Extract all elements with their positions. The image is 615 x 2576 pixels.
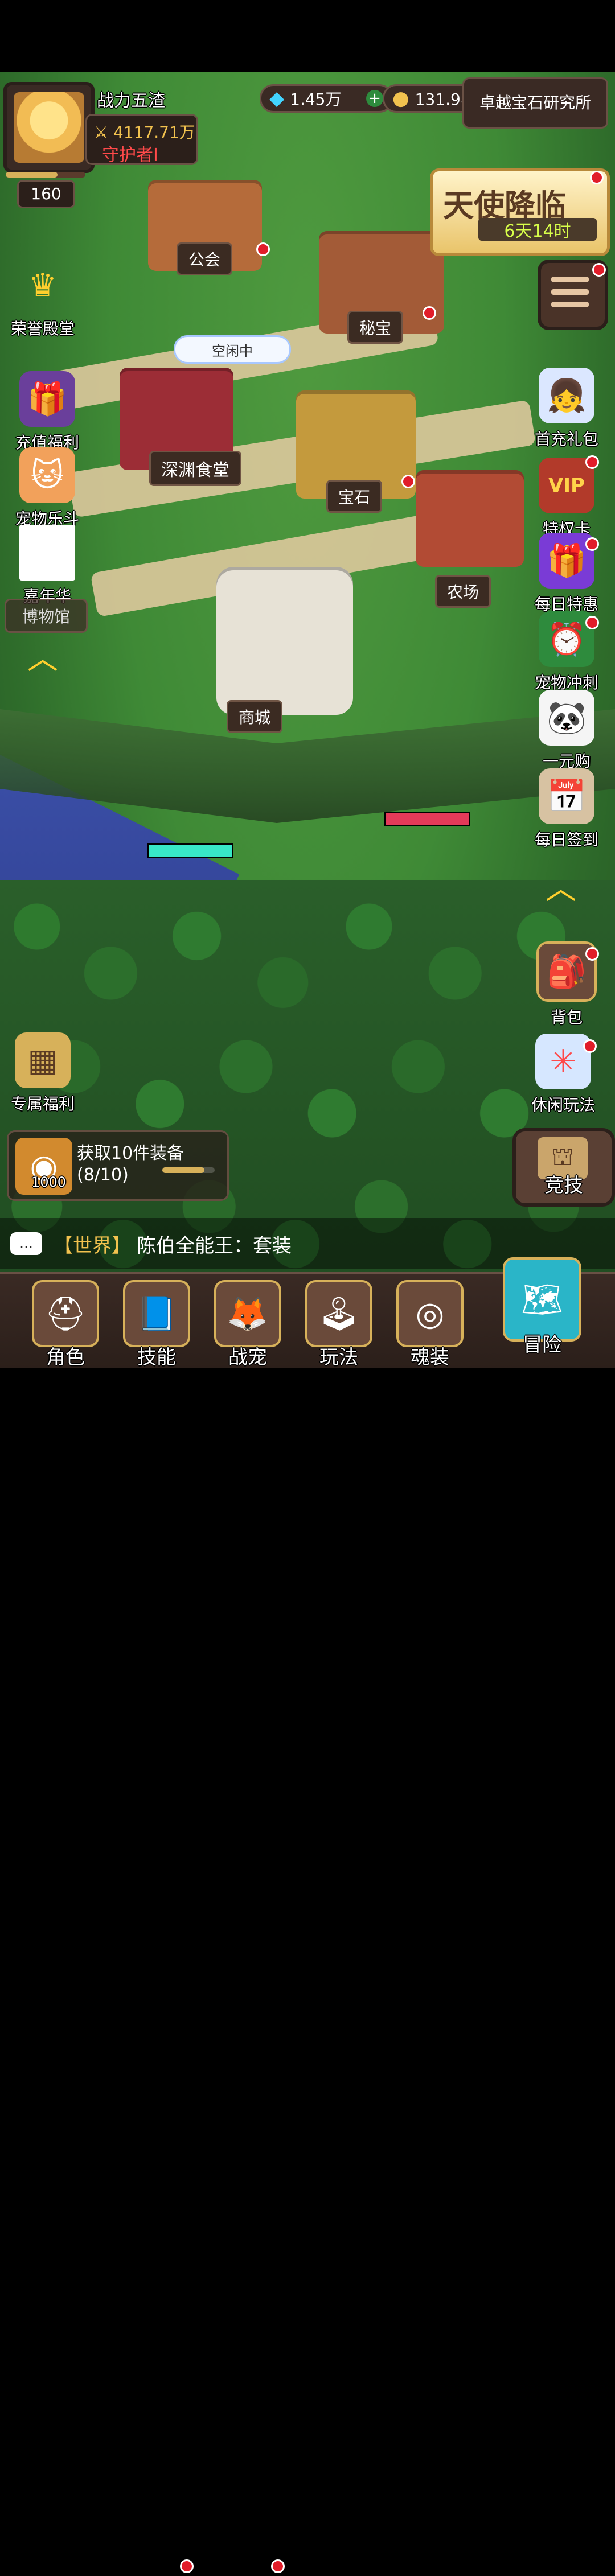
xp-fill (6, 172, 58, 178)
museum-button[interactable]: 博物馆 (5, 599, 88, 633)
exclusive-welfare-label: 专属福利 (10, 1094, 75, 1113)
spellbook-icon: 📘 (123, 1280, 190, 1347)
nav-gameplay[interactable]: 🕹 玩法 (296, 1274, 382, 1369)
daily-signin-label: 每日签到 (534, 830, 598, 849)
fox-icon: 🦊 (214, 1280, 281, 1347)
mall-statue[interactable] (216, 567, 353, 715)
menu-line (551, 289, 589, 295)
gem-amount: 1.45万 (290, 90, 342, 109)
player-stats-panel: ⚔ 4117.71万 守护者I (85, 114, 198, 165)
sword-icon: ⚔ (94, 123, 109, 142)
qr-code-icon: ▦ (15, 1032, 71, 1088)
crown-icon: ♛ (28, 266, 58, 304)
player-name: 战力五渣 (97, 91, 165, 111)
alert-dot (268, 2557, 288, 2576)
pinwheel-icon: ✳ (535, 1034, 591, 1089)
quest-title: 获取10件装备 (77, 1143, 184, 1163)
quest-reward-amount: 1000 (31, 1174, 67, 1190)
chat-channel: 【世界】 (54, 1234, 131, 1257)
unit-health-bar (147, 843, 233, 858)
nav-skills[interactable]: 📘 技能 (114, 1274, 199, 1369)
privilege-card-button[interactable]: VIP 特权卡 (530, 458, 604, 540)
pet-battle-button[interactable]: 🐱 宠物乐斗 (10, 447, 84, 529)
gem-currency[interactable]: ◆ 1.45万 + (260, 84, 393, 113)
first-recharge-button[interactable]: 👧 首充礼包 (530, 368, 604, 450)
xp-bar (6, 172, 85, 178)
one-yuan-button[interactable]: 🐼 一元购 (530, 690, 604, 772)
combat-power: ⚔ 4117.71万 (94, 123, 195, 142)
event-countdown: 6天14时 (478, 218, 597, 241)
first-recharge-label: 首充礼包 (534, 430, 598, 448)
nav-adventure[interactable]: 🗺 冒险 (491, 1252, 593, 1360)
coin-icon: ● (392, 87, 409, 110)
girl-avatar-icon: 👧 (539, 368, 594, 423)
idle-status-bubble: 空闲中 (174, 335, 291, 364)
player-avatar[interactable] (3, 82, 95, 173)
avatar-image (14, 92, 84, 163)
abyss-canteen-label[interactable]: 深渊食堂 (149, 451, 241, 486)
calendar-icon: 📅 (539, 768, 594, 824)
nav-character[interactable]: ⛑ 角色 (23, 1274, 108, 1369)
menu-line (551, 277, 589, 282)
nav-adventure-label: 冒险 (523, 1334, 561, 1356)
nav-character-label: 角色 (46, 1346, 85, 1369)
honor-hall-label: 荣誉殿堂 (10, 319, 75, 338)
enemy-health-bar (384, 812, 470, 826)
guild-label[interactable]: 公会 (177, 242, 233, 275)
carnival-button[interactable]: 嘉年华 (10, 525, 84, 607)
quest-progress-fill (162, 1167, 204, 1173)
secret-treasure-label[interactable]: 秘宝 (347, 311, 404, 344)
backpack-label: 背包 (550, 1008, 583, 1027)
player-level: 160 (17, 180, 75, 208)
collapse-right-menu-chevron-icon[interactable]: ︿ (546, 863, 576, 908)
panda-icon: 🐼 (539, 690, 594, 746)
casual-play-label: 休闲玩法 (531, 1096, 595, 1114)
arena-label: 竞技 (544, 1174, 583, 1197)
farm-building[interactable] (416, 470, 524, 567)
nav-gameplay-label: 玩法 (319, 1346, 358, 1369)
nav-soul-gear[interactable]: ◎ 魂装 (387, 1274, 473, 1369)
exclusive-welfare-button[interactable]: ▦ 专属福利 (6, 1032, 80, 1114)
honor-hall-button[interactable]: ♛ 荣誉殿堂 (6, 257, 80, 339)
add-gem-button[interactable]: + (366, 90, 383, 107)
chat-bubble-icon: … (10, 1232, 42, 1255)
museum-label: 博物馆 (22, 607, 70, 626)
unit-health-fill (149, 845, 232, 857)
gem-label[interactable]: 宝石 (326, 480, 383, 513)
nav-battle-pet-label: 战宠 (228, 1346, 267, 1369)
gem-research-institute-label[interactable]: 卓越宝石研究所 (462, 77, 608, 129)
collapse-left-menu-chevron-icon[interactable]: ︿ (27, 633, 58, 678)
carnival-image (19, 525, 75, 581)
rank-text: 守护者I (102, 145, 158, 165)
gift-icon: 🎁 (19, 371, 75, 427)
daily-signin-button[interactable]: 📅 每日签到 (530, 768, 604, 850)
quest-progress-text: (8/10) (77, 1165, 129, 1185)
arena-button[interactable]: ⛫ 竞技 (512, 1128, 615, 1207)
quest-progress-bar (162, 1167, 215, 1173)
diamond-icon: ◆ (269, 87, 285, 110)
recharge-welfare-button[interactable]: 🎁 充值福利 (10, 371, 84, 453)
alert-dot (177, 2557, 196, 2576)
angel-descent-event[interactable]: 天使降临 6天14时 (430, 168, 610, 256)
soul-orb-icon: ◎ (396, 1280, 464, 1347)
menu-line (551, 302, 589, 307)
bottom-navigation: ⛑ 角色 📘 技能 🦊 战宠 🕹 玩法 ◎ 魂装 🗺 冒险 (0, 1257, 615, 2576)
helmet-icon: ⛑ (32, 1280, 99, 1347)
nav-soul-gear-label: 魂装 (411, 1346, 449, 1369)
farm-label[interactable]: 农场 (435, 575, 491, 608)
nav-skills-label: 技能 (137, 1346, 176, 1369)
quest-tracker[interactable]: ◉ 1000 获取10件装备 (8/10) (7, 1130, 229, 1201)
enemy-health-fill (386, 813, 469, 825)
chat-message: 陈伯全能王：套装 (137, 1234, 292, 1257)
joystick-icon: 🕹 (305, 1280, 372, 1347)
pet-cat-icon: 🐱 (19, 447, 75, 503)
mall-label[interactable]: 商城 (227, 700, 283, 733)
nav-battle-pet[interactable]: 🦊 战宠 (205, 1274, 290, 1369)
